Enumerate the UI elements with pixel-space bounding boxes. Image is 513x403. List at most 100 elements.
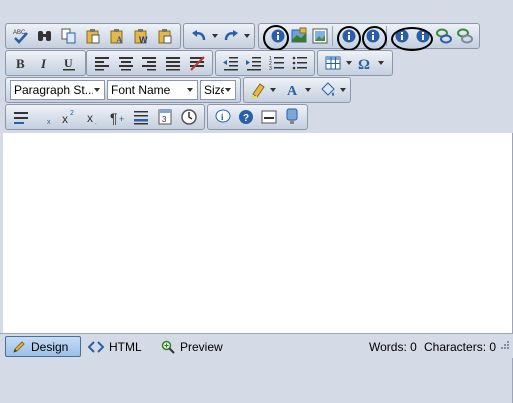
chevron-down-icon (186, 88, 194, 92)
insert-form-icon[interactable] (259, 106, 280, 128)
redo-icon[interactable] (220, 25, 242, 47)
formatting-toolbar-group: B I U (5, 50, 86, 76)
paragraph-style-value: Paragraph St... (14, 83, 93, 97)
insert-image-icon[interactable] (310, 25, 329, 47)
paste-text-icon[interactable]: A (106, 25, 128, 47)
resize-grip-icon[interactable] (499, 338, 509, 352)
paste-word-icon[interactable]: W (130, 25, 152, 47)
insert-date-icon[interactable]: 3 (154, 106, 176, 128)
superscript-icon[interactable]: x2 (58, 106, 80, 128)
highlight-dropdown-arrow-icon[interactable] (270, 79, 277, 101)
word-count: Words: 0 (369, 340, 417, 354)
svg-text:x: x (47, 119, 51, 126)
color-toolbar-group: A (243, 77, 351, 103)
insert-media-icon[interactable] (282, 106, 303, 128)
insert-time-icon[interactable] (178, 106, 200, 128)
highlight-color-icon[interactable] (248, 79, 269, 101)
font-color-dropdown-arrow-icon[interactable] (305, 79, 312, 101)
paste-html-icon[interactable] (154, 25, 176, 47)
table-symbol-toolbar-group: Ω (317, 50, 393, 76)
svg-text:2: 2 (70, 110, 74, 117)
annotation-circle (337, 26, 361, 51)
magnifier-icon (161, 340, 175, 354)
insert-symbol-icon[interactable]: Ω (354, 52, 376, 74)
chevron-down-icon (93, 88, 101, 92)
strikethrough-icon[interactable]: x. (82, 106, 104, 128)
clipboard-toolbar-group: ABC A W (5, 23, 181, 49)
svg-text:U: U (64, 56, 73, 70)
paragraph-style-select[interactable]: Paragraph St... (10, 80, 105, 100)
remove-link-icon[interactable] (456, 25, 475, 47)
html-mode-label: HTML (109, 339, 142, 354)
svg-text:.: . (95, 120, 97, 126)
font-size-select[interactable]: Size (200, 80, 236, 100)
help-icon[interactable]: ? (235, 106, 256, 128)
symbol-dropdown-arrow-icon[interactable] (377, 52, 385, 74)
alignment-toolbar-group (86, 50, 213, 76)
font-color-icon[interactable]: A (283, 79, 304, 101)
character-count: Characters: 0 (424, 340, 497, 354)
spellcheck-icon[interactable]: ABC (10, 25, 32, 47)
paste-icon[interactable] (82, 25, 104, 47)
find-icon[interactable] (34, 25, 56, 47)
show-paragraph-marks-icon[interactable]: ¶ + (106, 106, 128, 128)
toolbar-separator (332, 26, 334, 46)
preview-mode-tab[interactable]: Preview (155, 336, 229, 357)
svg-text:I: I (40, 56, 47, 71)
indent-icon[interactable] (243, 52, 264, 74)
table-dropdown-arrow-icon[interactable] (345, 52, 353, 74)
align-right-icon[interactable] (139, 52, 161, 74)
undo-icon[interactable] (188, 25, 210, 47)
svg-text:x: x (87, 111, 93, 125)
misc-toolbar-group: x x2 x. ¶ + 3 (5, 104, 205, 130)
font-name-select[interactable]: Font Name (107, 80, 198, 100)
paragraph-format-icon[interactable] (10, 106, 32, 128)
preview-mode-label: Preview (180, 339, 223, 354)
design-mode-label: Design (31, 339, 69, 354)
svg-text:3: 3 (269, 66, 272, 72)
help-toolbar-group: i ? (207, 104, 308, 130)
svg-text:¶: ¶ (110, 110, 118, 126)
svg-text:B: B (16, 56, 25, 71)
remove-format-icon[interactable] (186, 52, 208, 74)
html-editor: ABC A W B I U 1 2 3 Ω Paragraph St... Fo… (0, 0, 513, 403)
bulleted-list-icon[interactable] (289, 52, 310, 74)
bold-icon[interactable]: B (10, 52, 32, 74)
background-color-icon[interactable] (318, 79, 339, 101)
underline-icon[interactable]: U (58, 52, 80, 74)
background-color-dropdown-arrow-icon[interactable] (340, 79, 347, 101)
align-left-icon[interactable] (91, 52, 113, 74)
font-toolbar-group: Paragraph St... Font Name Size (5, 77, 241, 103)
copy-icon[interactable] (58, 25, 80, 47)
insert-link-icon[interactable] (435, 25, 454, 47)
outdent-icon[interactable] (220, 52, 241, 74)
design-mode-tab[interactable]: Design (5, 336, 81, 357)
justify-icon[interactable] (162, 52, 184, 74)
svg-text:3: 3 (162, 115, 167, 124)
chevron-down-icon (224, 88, 232, 92)
subscript-icon[interactable]: x (34, 106, 56, 128)
font-name-value: Font Name (111, 83, 171, 97)
editor-content-area[interactable] (3, 133, 512, 333)
svg-text:x: x (62, 112, 68, 126)
align-center-icon[interactable] (115, 52, 137, 74)
svg-text:?: ? (243, 113, 249, 124)
code-icon (88, 340, 104, 353)
undo-redo-toolbar-group (183, 23, 255, 49)
insert-image-map-icon[interactable] (289, 25, 308, 47)
html-mode-tab[interactable]: HTML (82, 336, 148, 357)
italic-icon[interactable]: I (34, 52, 56, 74)
info-icon[interactable]: i (212, 106, 233, 128)
svg-text:+: + (119, 114, 124, 124)
numbered-list-icon[interactable]: 123 (266, 52, 287, 74)
horizontal-rule-icon[interactable] (130, 106, 152, 128)
toolbar-area: ABC A W B I U 1 2 3 Ω Paragraph St... Fo… (0, 0, 513, 133)
redo-dropdown-arrow-icon[interactable] (243, 25, 251, 47)
lists-toolbar-group: 123 (215, 50, 315, 76)
annotation-circle (391, 27, 433, 51)
status-bar: Design HTML Preview Words: 0 Characters:… (0, 333, 513, 358)
annotation-circle (263, 25, 289, 51)
insert-table-icon[interactable] (322, 52, 344, 74)
svg-text:W: W (139, 35, 148, 45)
undo-dropdown-arrow-icon[interactable] (211, 25, 219, 47)
